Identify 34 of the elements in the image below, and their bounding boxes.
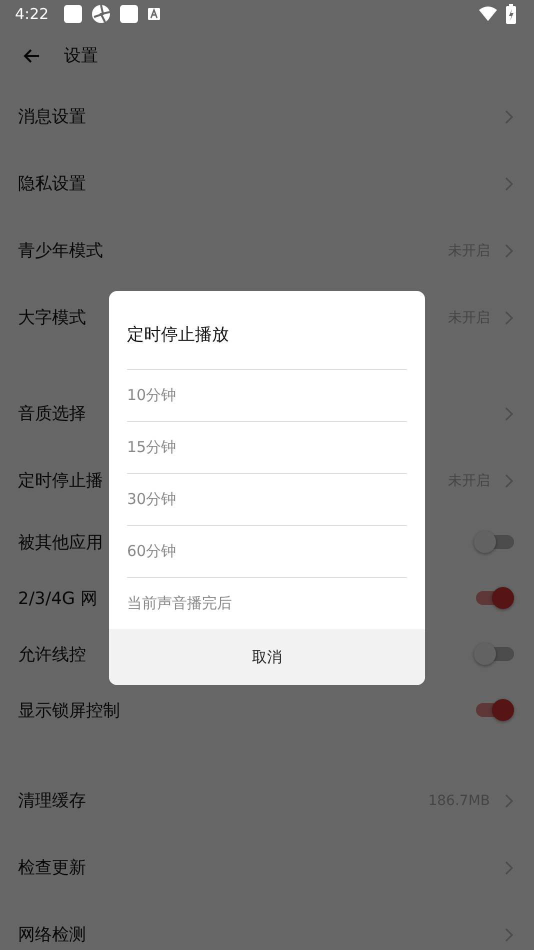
chevron-right-icon[interactable] bbox=[504, 792, 514, 808]
timer-option[interactable]: 30分钟 bbox=[127, 473, 407, 525]
chevron-right-icon[interactable] bbox=[504, 472, 514, 488]
timer-option[interactable]: 10分钟 bbox=[127, 369, 407, 421]
setting-label[interactable]: 消息设置 bbox=[18, 105, 504, 128]
setting-label[interactable]: 显示锁屏控制 bbox=[18, 698, 474, 722]
notification-square-icon bbox=[118, 4, 139, 24]
chevron-right-icon[interactable] bbox=[504, 406, 514, 422]
aperture-icon bbox=[90, 4, 111, 24]
chevron-right-icon[interactable] bbox=[504, 926, 514, 942]
toggle-switch[interactable] bbox=[474, 530, 514, 554]
dialog-title: 定时停止播放 bbox=[126, 324, 230, 347]
timer-option[interactable]: 15分钟 bbox=[127, 421, 407, 473]
toggle-switch[interactable] bbox=[474, 642, 514, 666]
keyboard-icon bbox=[146, 7, 161, 21]
toggle-switch[interactable] bbox=[474, 698, 514, 722]
wifi-icon bbox=[478, 6, 498, 22]
battery-charging-icon bbox=[506, 4, 516, 24]
chevron-right-icon[interactable] bbox=[504, 108, 514, 124]
chevron-right-icon[interactable] bbox=[504, 310, 514, 326]
setting-label[interactable]: 检查更新 bbox=[18, 856, 504, 879]
setting-label[interactable]: 隐私设置 bbox=[18, 172, 504, 195]
cancel-button[interactable]: 取消 bbox=[109, 629, 425, 685]
chevron-right-icon[interactable] bbox=[504, 860, 514, 876]
setting-label[interactable]: 网络检测 bbox=[18, 923, 504, 946]
setting-label[interactable]: 清理缓存 bbox=[18, 789, 428, 812]
status-time: 4:22 bbox=[15, 5, 49, 23]
chevron-right-icon[interactable] bbox=[504, 242, 514, 258]
page-title: 设置 bbox=[64, 45, 98, 67]
chevron-right-icon[interactable] bbox=[504, 176, 514, 192]
timer-option[interactable]: 60分钟 bbox=[127, 525, 407, 577]
notification-square-icon bbox=[62, 4, 83, 24]
toggle-switch[interactable] bbox=[474, 586, 514, 610]
setting-label[interactable]: 青少年模式 bbox=[18, 239, 448, 262]
